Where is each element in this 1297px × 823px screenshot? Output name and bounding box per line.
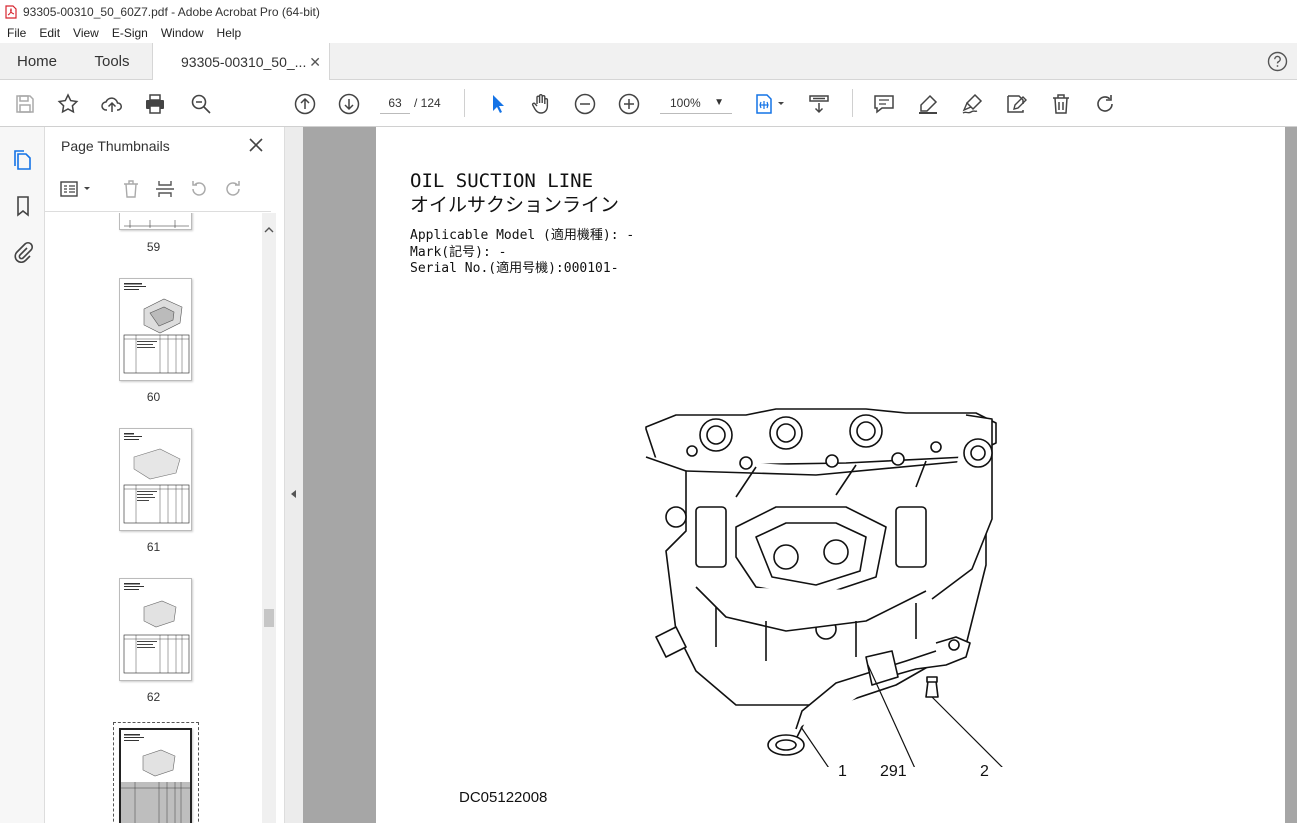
zoom-search-icon[interactable] <box>188 91 214 117</box>
fit-page-icon[interactable] <box>750 91 790 117</box>
toolbar-divider <box>852 89 853 117</box>
menu-help[interactable]: Help <box>210 26 248 40</box>
page-number-input[interactable]: 63 <box>380 92 410 114</box>
tab-document-label: 93305-00310_50_... <box>181 54 307 70</box>
delete-page-icon[interactable] <box>119 177 143 201</box>
previous-page-icon[interactable] <box>292 91 318 117</box>
document-title: OIL SUCTION LINE オイルサクションライン <box>410 169 619 217</box>
scroll-up-icon[interactable] <box>262 223 276 237</box>
tab-home[interactable]: Home <box>0 43 74 80</box>
serial-number: Serial No.(適用号機):000101- <box>410 261 619 276</box>
zoom-level-select[interactable]: 100% ▼ <box>660 92 732 114</box>
pdf-page: OIL SUCTION LINE オイルサクションライン Applicable … <box>376 127 1285 823</box>
thumbnail-page-63[interactable] <box>119 728 192 823</box>
title-bar: 93305-00310_50_60Z7.pdf - Adobe Acrobat … <box>0 0 1297 23</box>
page-total: / 124 <box>414 96 441 110</box>
thumbnail-page-60[interactable] <box>119 278 192 381</box>
callout-label: 291 <box>880 763 907 780</box>
window-title: 93305-00310_50_60Z7.pdf - Adobe Acrobat … <box>23 4 320 19</box>
upload-cloud-icon[interactable] <box>99 91 125 117</box>
attachments-paperclip-icon[interactable] <box>10 239 36 265</box>
main-toolbar: 63 / 124 100% ▼ <box>0 80 1297 127</box>
collapse-left-icon <box>291 490 296 498</box>
close-panel-icon[interactable] <box>247 136 265 154</box>
menu-esign[interactable]: E-Sign <box>105 26 154 40</box>
left-navigation-rail <box>0 127 45 823</box>
rotate-right-icon[interactable] <box>221 177 245 201</box>
select-cursor-icon[interactable] <box>485 91 511 117</box>
delete-trash-icon[interactable] <box>1048 91 1074 117</box>
bookmarks-icon[interactable] <box>10 193 36 219</box>
thumbnail-toolbar <box>45 167 271 212</box>
thumbnail-page-62[interactable] <box>119 578 192 681</box>
applicable-model: Applicable Model (適用機種): - <box>410 228 635 243</box>
help-icon[interactable] <box>1267 51 1288 72</box>
zoom-out-icon[interactable] <box>572 91 598 117</box>
extract-pages-icon[interactable] <box>153 177 177 201</box>
thumbnail-options-icon[interactable] <box>59 177 95 201</box>
menu-window[interactable]: Window <box>154 26 210 40</box>
comment-icon[interactable] <box>871 91 897 117</box>
thumbnail-label: 62 <box>146 690 161 704</box>
thumbnail-label: 60 <box>146 390 161 404</box>
sign-pen-icon[interactable] <box>959 91 985 117</box>
callout-label: 2 <box>980 763 989 780</box>
menu-view[interactable]: View <box>66 26 105 40</box>
document-viewer[interactable]: OIL SUCTION LINE オイルサクションライン Applicable … <box>303 127 1297 823</box>
acrobat-pdf-icon <box>5 4 17 19</box>
thumbnail-list: 59 60 61 62 <box>45 213 262 823</box>
edit-pdf-icon[interactable] <box>1003 91 1029 117</box>
bookmark-star-icon[interactable] <box>55 91 81 117</box>
save-icon[interactable] <box>12 91 38 117</box>
print-icon[interactable] <box>142 91 168 117</box>
tab-tools[interactable]: Tools <box>74 43 150 80</box>
zoom-in-icon[interactable] <box>616 91 642 117</box>
toolbar-divider <box>464 89 465 117</box>
zoom-level-value: 100% <box>670 96 701 110</box>
thumbnail-page-59[interactable] <box>119 213 192 230</box>
rotate-redo-icon[interactable] <box>1092 91 1118 117</box>
page-thumbnails-icon[interactable] <box>10 147 36 173</box>
menu-edit[interactable]: Edit <box>32 26 66 40</box>
tab-bar: Home Tools 93305-00310_50_... ✕ <box>0 43 1297 81</box>
rotate-left-icon[interactable] <box>187 177 211 201</box>
document-metadata: Applicable Model (適用機種): - Mark(記号): - S… <box>410 228 634 278</box>
mark: Mark(記号): - <box>410 244 507 260</box>
title-english: OIL SUCTION LINE <box>410 170 594 192</box>
engine-block-drawing <box>645 408 1003 767</box>
highlight-pen-icon[interactable] <box>915 91 941 117</box>
menu-file[interactable]: File <box>0 26 32 40</box>
menu-bar: File Edit View E-Sign Window Help <box>0 23 1297 43</box>
thumbnail-label: 61 <box>146 540 161 554</box>
callout-label: 1 <box>838 763 847 780</box>
thumbnail-scrollbar[interactable] <box>262 213 276 823</box>
title-japanese: オイルサクションライン <box>410 194 620 216</box>
chevron-down-icon: ▼ <box>714 97 724 108</box>
scrollbar-thumb[interactable] <box>264 609 274 627</box>
drawing-code: DC05122008 <box>459 789 548 806</box>
page-thumbnails-panel: Page Thumbnails 59 60 61 62 <box>45 127 285 823</box>
scroll-mode-icon[interactable] <box>806 91 832 117</box>
next-page-icon[interactable] <box>336 91 362 117</box>
thumbnail-page-61[interactable] <box>119 428 192 531</box>
hand-tool-icon[interactable] <box>528 91 554 117</box>
panel-collapse-handle[interactable] <box>285 127 303 823</box>
panel-title: Page Thumbnails <box>61 138 170 154</box>
thumbnail-label: 59 <box>146 240 161 254</box>
tab-document[interactable]: 93305-00310_50_... ✕ <box>152 43 330 81</box>
close-tab-icon[interactable]: ✕ <box>309 54 321 71</box>
